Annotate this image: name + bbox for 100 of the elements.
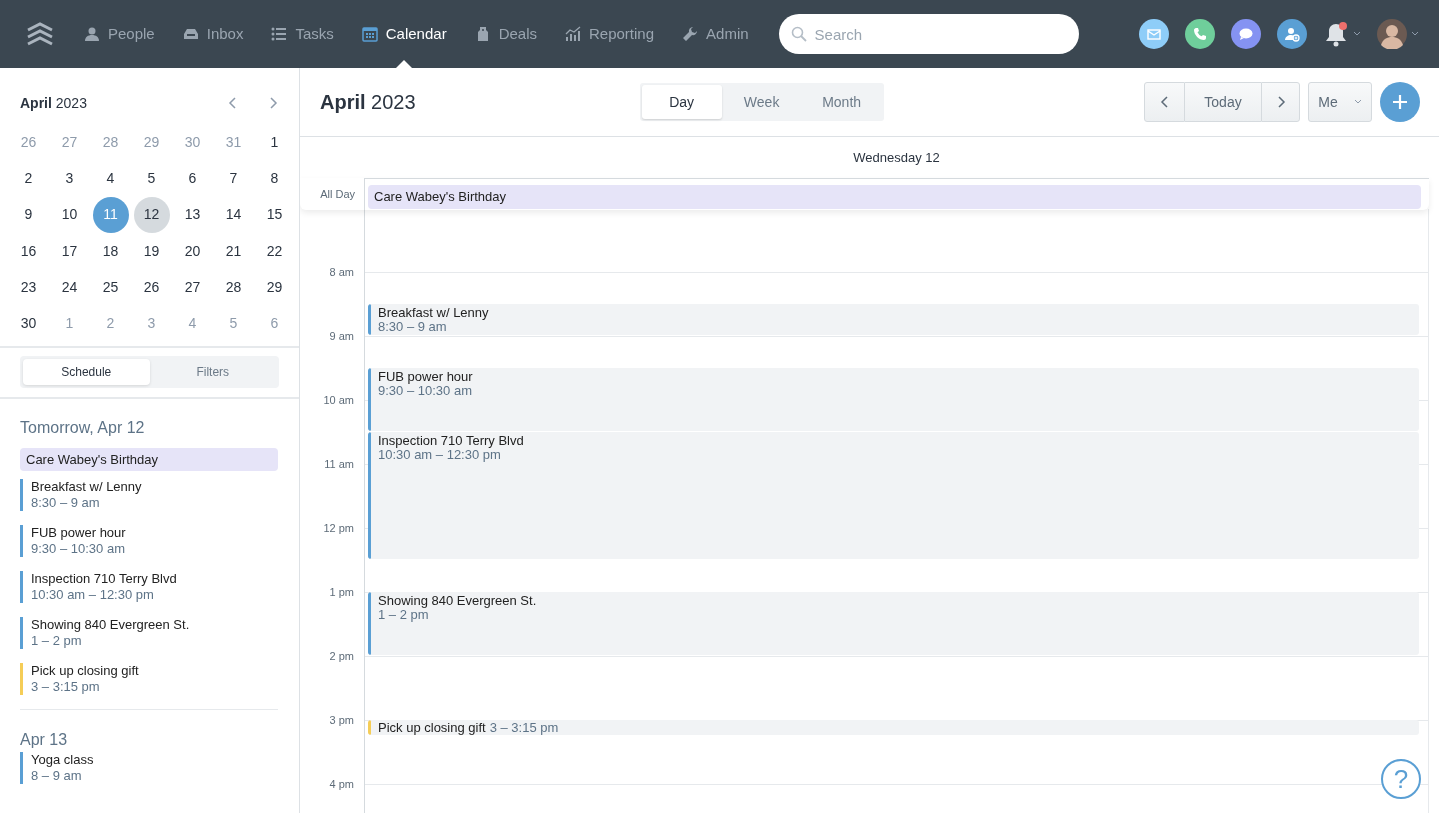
action-button[interactable] — [1277, 19, 1307, 49]
date-cell[interactable]: 10 — [51, 196, 88, 233]
date-cell[interactable]: 26 — [133, 269, 170, 306]
today-button[interactable]: Today — [1185, 82, 1261, 122]
date-cell[interactable]: 27 — [174, 269, 211, 306]
hour-label: 11 am — [323, 457, 354, 471]
date-cell[interactable]: 28 — [215, 269, 252, 306]
date-cell[interactable]: 22 — [256, 233, 293, 270]
nav-tab[interactable]: Tasks — [257, 0, 348, 68]
event-block[interactable]: Breakfast w/ Lenny 8:30 – 9 am — [368, 304, 1419, 335]
date-cell[interactable]: 3 — [51, 160, 88, 197]
date-cell[interactable]: 30 — [10, 305, 47, 342]
owner-dropdown[interactable]: Me — [1308, 82, 1372, 122]
month-title: April 2023 — [20, 93, 87, 113]
hour-label: 9 am — [328, 329, 354, 343]
list-icon — [271, 26, 288, 42]
date-cell[interactable]: 9 — [10, 196, 47, 233]
event-block[interactable]: Pick up closing gift 3 – 3:15 pm — [368, 720, 1419, 735]
hour-label: 3 pm — [328, 713, 354, 727]
avatar[interactable] — [1377, 19, 1407, 49]
event-title: Breakfast w/ Lenny — [31, 479, 143, 496]
date-cell[interactable]: 18 — [92, 233, 129, 270]
event-block[interactable]: Inspection 710 Terry Blvd 10:30 am – 12:30 pm — [368, 432, 1419, 559]
tab[interactable]: Filters — [149, 358, 276, 385]
event-time: 3 – 3:15 pm — [31, 679, 101, 696]
action-button[interactable] — [1139, 19, 1169, 49]
date-cell[interactable]: 2 — [10, 160, 47, 197]
nav-tab[interactable]: Deals — [460, 0, 551, 68]
event-time: 9:30 – 10:30 am — [378, 384, 473, 398]
event-title: Yoga class — [31, 752, 95, 769]
event-title: Breakfast w/ Lenny — [378, 306, 489, 320]
date-cell[interactable]: 1 — [256, 124, 293, 161]
event-item[interactable]: Inspection 710 Terry Blvd 10:30 am – 12:30 pm — [20, 571, 278, 604]
date-cell[interactable]: 7 — [215, 160, 252, 197]
nav-tab[interactable]: People — [70, 0, 169, 68]
date-cell[interactable]: 5 — [133, 160, 170, 197]
event-title: Showing 840 Evergreen St. — [31, 617, 191, 634]
event-block[interactable]: Showing 840 Evergreen St. 1 – 2 pm — [368, 592, 1419, 655]
hour-label: 12 pm — [322, 521, 354, 535]
phone-icon — [1191, 25, 1209, 43]
nav-tab[interactable]: Calendar — [347, 0, 461, 68]
view-tab[interactable]: Week — [721, 85, 802, 119]
event-time: 8:30 – 9 am — [31, 495, 101, 512]
day-heading: Wednesday 12 — [852, 148, 941, 167]
nav-tab[interactable]: Inbox — [168, 0, 258, 68]
plus-icon — [1392, 94, 1408, 110]
add-button[interactable] — [1380, 82, 1420, 122]
date-cell[interactable]: 24 — [51, 269, 88, 306]
date-cell[interactable]: 12 — [133, 196, 170, 233]
event-item[interactable]: Showing 840 Evergreen St. 1 – 2 pm — [20, 617, 278, 650]
all-day-label: All Day — [319, 186, 356, 202]
event-time: 8 – 9 am — [31, 768, 83, 785]
event-time: 9:30 – 10:30 am — [31, 541, 126, 558]
hour-label: 1 pm — [328, 585, 354, 599]
chart-icon — [565, 26, 581, 42]
caret-icon — [1353, 31, 1361, 37]
date-cell[interactable]: 23 — [10, 269, 47, 306]
event-time: 10:30 am – 12:30 pm — [31, 587, 155, 604]
date-cell[interactable]: 19 — [133, 233, 170, 270]
logo-icon[interactable] — [26, 21, 54, 47]
event-title: Pick up closing gift — [378, 721, 486, 733]
date-cell[interactable]: 16 — [10, 233, 47, 270]
nav-tab[interactable]: Admin — [668, 0, 763, 68]
event-block[interactable]: FUB power hour 9:30 – 10:30 am — [368, 368, 1419, 431]
date-cell[interactable]: 29 — [256, 269, 293, 306]
date-cell[interactable]: 15 — [256, 196, 293, 233]
action-button[interactable] — [1185, 19, 1215, 49]
date-cell[interactable]: 14 — [215, 196, 252, 233]
tab[interactable]: Schedule — [23, 358, 150, 385]
date-heading: Tomorrow, Apr 12 — [20, 417, 146, 438]
calendar-title: April 2023 — [320, 90, 416, 115]
date-cell[interactable]: 25 — [92, 269, 129, 306]
inbox-icon — [182, 26, 199, 42]
pointer-icon — [396, 60, 413, 68]
date-cell[interactable]: 6 — [174, 160, 211, 197]
date-cell[interactable]: 8 — [256, 160, 293, 197]
all-day-event[interactable]: Care Wabey's Birthday — [368, 185, 1421, 209]
nav-tab[interactable]: Reporting — [551, 0, 669, 68]
bell-icon[interactable] — [1323, 21, 1349, 47]
event-item[interactable]: Yoga class 8 – 9 am — [20, 752, 278, 785]
event-item[interactable]: Breakfast w/ Lenny 8:30 – 9 am — [20, 479, 278, 512]
event-item[interactable]: FUB power hour 9:30 – 10:30 am — [20, 525, 278, 558]
view-tab[interactable]: Day — [641, 85, 722, 119]
date-cell[interactable]: 17 — [51, 233, 88, 270]
calendar-icon — [361, 26, 378, 42]
view-tab[interactable]: Month — [801, 85, 882, 119]
event-title: Pick up closing gift — [31, 663, 140, 680]
date-cell[interactable]: 4 — [92, 160, 129, 197]
event-title: FUB power hour — [31, 525, 127, 542]
hour-label: 8 am — [328, 265, 354, 279]
event-title: Inspection 710 Terry Blvd — [31, 571, 178, 588]
search-field[interactable]: Search — [778, 14, 1079, 54]
event-title: FUB power hour — [378, 370, 473, 384]
date-cell[interactable]: 13 — [174, 196, 211, 233]
date-cell[interactable]: 21 — [215, 233, 252, 270]
event-time: 1 – 2 pm — [378, 608, 430, 622]
date-cell[interactable]: 20 — [174, 233, 211, 270]
event-item[interactable]: Pick up closing gift 3 – 3:15 pm — [20, 663, 278, 696]
all-day-event[interactable]: Care Wabey's Birthday — [20, 447, 278, 472]
action-button[interactable] — [1231, 19, 1261, 49]
